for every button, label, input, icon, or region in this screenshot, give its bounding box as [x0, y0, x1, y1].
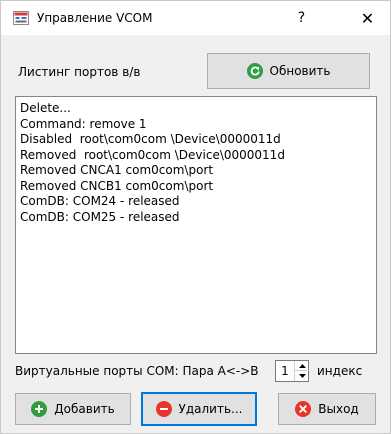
log-line: ComDB: COM24 - released — [20, 194, 180, 208]
exit-button-label: Выход — [318, 402, 359, 416]
stepper-arrows — [294, 361, 309, 381]
index-value[interactable]: 1 — [276, 364, 294, 378]
vcom-window: Управление VCOM ? ✕ Листинг портов в/в О… — [0, 0, 391, 434]
log-line: Removed root\com0com \Device\0000011d — [20, 147, 285, 162]
log-line: Disabled root\com0com \Device\0000011d — [20, 132, 281, 146]
port-log[interactable]: Delete... Command: remove 1 Disabled roo… — [15, 96, 377, 354]
stepper-up-icon[interactable] — [295, 361, 309, 371]
stepper-down-icon[interactable] — [295, 371, 309, 381]
refresh-button-label: Обновить — [269, 64, 331, 78]
minus-icon — [155, 401, 172, 417]
virtual-ports-label: Виртуальные порты COM: Пара A<->B — [15, 364, 259, 378]
add-button-label: Добавить — [54, 402, 115, 416]
close-button[interactable]: ✕ — [345, 1, 390, 35]
log-line: Removed CNCB1 com0com\port — [20, 178, 214, 193]
plus-icon — [31, 401, 48, 417]
exit-button[interactable]: Выход — [278, 393, 376, 425]
log-line: Removed CNCA1 com0com\port — [20, 163, 214, 177]
log-line: Delete... — [20, 101, 71, 115]
index-label: индекс — [317, 364, 363, 378]
help-button[interactable]: ? — [279, 1, 324, 35]
log-line: Command: remove 1 — [20, 116, 147, 131]
refresh-button[interactable]: Обновить — [207, 53, 370, 89]
delete-button-label: Удалить... — [178, 402, 243, 416]
close-circle-icon — [295, 401, 312, 417]
title-bar: Управление VCOM ? ✕ — [1, 1, 390, 35]
delete-button[interactable]: Удалить... — [141, 392, 257, 426]
window-title: Управление VCOM — [37, 11, 153, 25]
add-button[interactable]: Добавить — [15, 393, 131, 425]
refresh-icon — [246, 63, 263, 79]
port-list-label: Листинг портов в/в — [18, 65, 141, 79]
app-icon — [13, 11, 29, 25]
log-line: ComDB: COM25 - released — [20, 209, 180, 224]
index-stepper[interactable]: 1 — [275, 360, 309, 382]
